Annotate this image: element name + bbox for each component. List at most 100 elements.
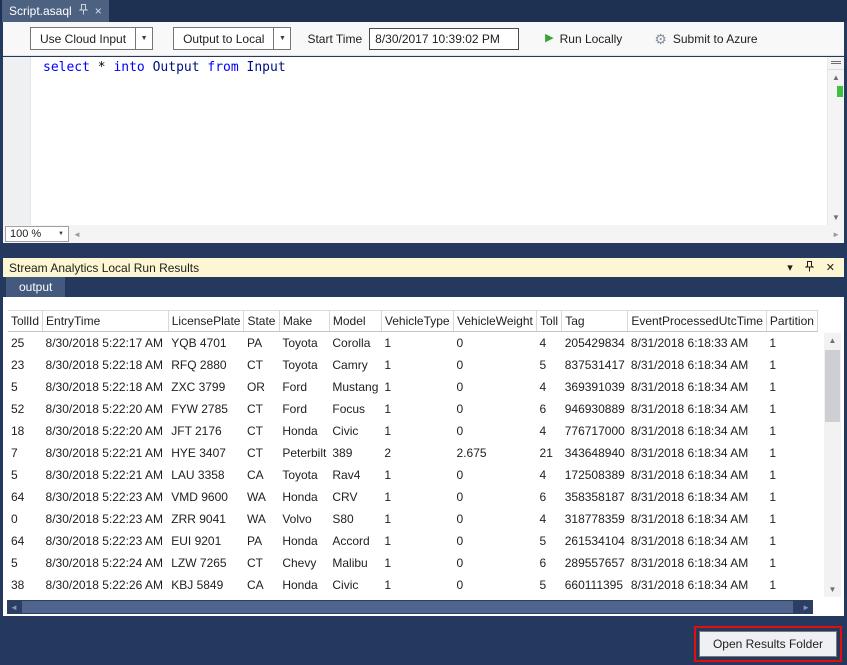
query-code-line[interactable]: select * into Output from Input [43, 60, 286, 75]
column-header[interactable]: TollId [8, 311, 43, 332]
close-panel-icon[interactable]: ✕ [826, 261, 835, 274]
scroll-down-icon[interactable]: ▼ [828, 210, 844, 225]
table-cell: CRV [329, 486, 381, 508]
table-cell: 5 [537, 354, 562, 376]
table-cell: Civic [329, 574, 381, 596]
column-header[interactable]: Model [329, 311, 381, 332]
code-editor[interactable]: select * into Output from Input ▲ ▼ [3, 57, 844, 225]
table-cell: KBJ 5849 [168, 574, 244, 596]
window-menu-icon[interactable]: ▾ [787, 261, 793, 274]
table-cell: Malibu [329, 552, 381, 574]
table-cell: 8/30/2018 5:22:20 AM [43, 420, 169, 442]
table-row[interactable]: 648/30/2018 5:22:23 AMEUI 9201PAHondaAcc… [8, 530, 818, 552]
column-header[interactable]: VehicleWeight [454, 311, 537, 332]
scrollbar-thumb[interactable] [22, 601, 793, 613]
table-row[interactable]: 648/30/2018 5:22:23 AMVMD 9600WAHondaCRV… [8, 486, 818, 508]
table-cell: 6 [537, 552, 562, 574]
table-row[interactable]: 58/30/2018 5:22:21 AMLAU 3358CAToyotaRav… [8, 464, 818, 486]
table-row[interactable]: 58/30/2018 5:22:18 AMZXC 3799ORFordMusta… [8, 376, 818, 398]
grid-vertical-scrollbar[interactable]: ▲ ▼ [824, 333, 841, 597]
submit-to-azure-button[interactable]: ⚙ Submit to Azure [648, 31, 763, 47]
output-target-dropdown-value: Output to Local [174, 28, 273, 49]
annotation-rectangle: Open Results Folder [694, 626, 842, 662]
submit-to-azure-label: Submit to Azure [673, 32, 758, 46]
table-cell: YQB 4701 [168, 332, 244, 354]
table-cell: 1 [766, 376, 817, 398]
table-row[interactable]: 258/30/2018 5:22:17 AMYQB 4701PAToyotaCo… [8, 332, 818, 354]
column-header[interactable]: LicensePlate [168, 311, 244, 332]
scroll-left-icon[interactable]: ◄ [10, 603, 18, 612]
table-cell: 8/30/2018 5:22:23 AM [43, 508, 169, 530]
start-time-label: Start Time [307, 32, 362, 46]
table-cell: 8/31/2018 6:18:34 AM [628, 442, 767, 464]
scroll-right-icon[interactable]: ► [802, 603, 810, 612]
table-row[interactable]: 08/30/2018 5:22:23 AMZRR 9041WAVolvoS801… [8, 508, 818, 530]
table-cell: 1 [381, 574, 453, 596]
table-cell: Peterbilt [279, 442, 329, 464]
table-row[interactable]: 188/30/2018 5:22:20 AMJFT 2176CTHondaCiv… [8, 420, 818, 442]
chevron-down-icon[interactable]: ▼ [273, 28, 290, 49]
editor-bottom-row: 100 % ▼ ◄ ► [3, 225, 844, 243]
splitter-grip-icon[interactable] [828, 57, 844, 70]
table-cell: 8/31/2018 6:18:34 AM [628, 376, 767, 398]
table-cell: 21 [537, 442, 562, 464]
pin-icon[interactable] [805, 261, 814, 275]
table-cell: PA [244, 530, 279, 552]
table-cell: 8/30/2018 5:22:17 AM [43, 332, 169, 354]
table-cell: 358358187 [562, 486, 628, 508]
column-header[interactable]: Tag [562, 311, 628, 332]
table-row[interactable]: 528/30/2018 5:22:20 AMFYW 2785CTFordFocu… [8, 398, 818, 420]
table-row[interactable]: 238/30/2018 5:22:18 AMRFQ 2880CTToyotaCa… [8, 354, 818, 376]
open-results-folder-button[interactable]: Open Results Folder [699, 631, 837, 657]
keyword-select: select [43, 60, 90, 75]
column-header[interactable]: Toll [537, 311, 562, 332]
output-target-dropdown[interactable]: Output to Local ▼ [173, 27, 291, 50]
table-row[interactable]: 58/30/2018 5:22:24 AMLZW 7265CTChevyMali… [8, 552, 818, 574]
table-cell: 8/31/2018 6:18:34 AM [628, 486, 767, 508]
editor-horizontal-scrollbar[interactable]: ◄ ► [69, 225, 844, 243]
table-cell: 8/30/2018 5:22:23 AM [43, 486, 169, 508]
pin-icon[interactable] [79, 4, 88, 18]
chevron-down-icon[interactable]: ▼ [135, 28, 152, 49]
column-header[interactable]: VehicleType [381, 311, 453, 332]
scroll-down-icon[interactable]: ▼ [824, 582, 841, 597]
table-cell: 172508389 [562, 464, 628, 486]
scrollbar-thumb[interactable] [825, 350, 840, 422]
table-cell: 0 [454, 552, 537, 574]
table-cell: RFQ 2880 [168, 354, 244, 376]
column-header[interactable]: State [244, 311, 279, 332]
column-header[interactable]: Partition [766, 311, 817, 332]
tab-output[interactable]: output [6, 277, 65, 297]
table-cell: 660111395 [562, 574, 628, 596]
run-locally-button[interactable]: ▶ Run Locally [539, 31, 628, 47]
table-cell: Honda [279, 530, 329, 552]
scroll-left-icon[interactable]: ◄ [73, 230, 81, 239]
table-cell: 64 [8, 530, 43, 552]
input-source-dropdown[interactable]: Use Cloud Input ▼ [30, 27, 153, 50]
table-row[interactable]: 78/30/2018 5:22:21 AMHYE 3407CTPeterbilt… [8, 442, 818, 464]
scroll-up-icon[interactable]: ▲ [824, 333, 841, 348]
table-cell: 4 [537, 464, 562, 486]
grid-horizontal-scrollbar[interactable]: ◄ ► [7, 600, 813, 614]
scroll-right-icon[interactable]: ► [832, 230, 840, 239]
table-cell: HYE 3407 [168, 442, 244, 464]
table-cell: 0 [8, 508, 43, 530]
scroll-up-icon[interactable]: ▲ [828, 70, 844, 85]
table-row[interactable]: 388/30/2018 5:22:26 AMKBJ 5849CAHondaCiv… [8, 574, 818, 596]
zoom-level-dropdown[interactable]: 100 % ▼ [5, 226, 69, 242]
table-cell: 318778359 [562, 508, 628, 530]
start-time-input[interactable] [369, 28, 519, 50]
column-header[interactable]: EventProcessedUtcTime [628, 311, 767, 332]
table-cell: 8/30/2018 5:22:18 AM [43, 376, 169, 398]
table-cell: Camry [329, 354, 381, 376]
close-tab-icon[interactable]: × [95, 5, 102, 17]
table-cell: Accord [329, 530, 381, 552]
document-tab-script-asaql[interactable]: Script.asaql × [2, 0, 109, 22]
table-cell: LZW 7265 [168, 552, 244, 574]
table-cell: Volvo [279, 508, 329, 530]
column-header[interactable]: Make [279, 311, 329, 332]
column-header[interactable]: EntryTime [43, 311, 169, 332]
editor-vertical-scrollbar[interactable]: ▲ ▼ [827, 57, 844, 225]
table-cell: 1 [766, 574, 817, 596]
results-grid: TollIdEntryTimeLicensePlateStateMakeMode… [8, 310, 818, 603]
